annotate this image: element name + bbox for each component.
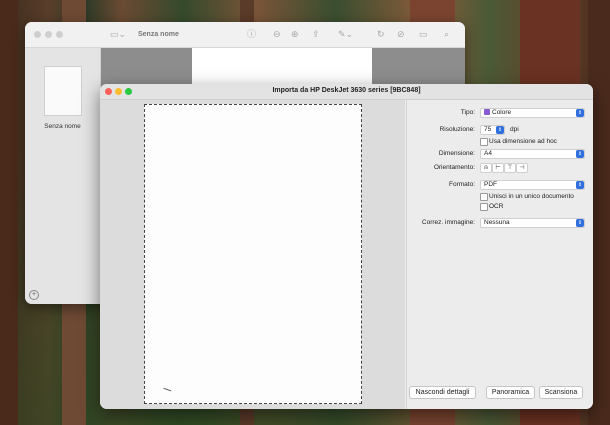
thumbnail-label: Senza nome [44, 123, 81, 130]
chevron-updown-icon: ⇕ [496, 126, 504, 134]
zoom-out-icon[interactable]: ⊖ [273, 28, 281, 40]
dimensione-value: A4 [484, 150, 492, 157]
dialog-title: Importa da HP DeskJet 3630 series [9BC84… [272, 87, 421, 94]
formato-label: Formato: [448, 181, 475, 188]
scan-settings-panel: Tipo: Colore ⇕ Risoluzione: 75 ⇕ dpi Usa… [406, 100, 593, 409]
scan-preview-area [100, 100, 405, 409]
merge-label: Unisci in un unico documento [489, 193, 574, 200]
dpi-unit: dpi [510, 126, 519, 133]
zoom-button[interactable] [56, 31, 63, 38]
thumbnail-sidebar: Senza nome + [25, 22, 101, 304]
add-icon[interactable]: + [29, 290, 39, 300]
scan-button[interactable]: Scansiona [539, 386, 583, 399]
portrait-icon[interactable]: ⍝ [480, 163, 492, 173]
annotate-icon[interactable]: ⊘ [397, 28, 405, 40]
rotate-down-icon[interactable]: ⊤ [504, 163, 516, 173]
overview-button[interactable]: Panoramica [486, 386, 535, 399]
search-icon[interactable]: ⌕ [444, 28, 449, 40]
orientation-controls: ⍝ ⊢ ⊤ ⊣ [480, 163, 540, 173]
risoluzione-value: 75 [484, 126, 492, 133]
tipo-label: Tipo: [460, 109, 475, 116]
formato-value: PDF [484, 181, 497, 188]
ocr-label: OCR [489, 203, 504, 210]
tipo-select[interactable]: Colore ⇕ [480, 108, 585, 118]
risoluzione-label: Risoluzione: [439, 126, 475, 133]
minimize-button[interactable] [45, 31, 52, 38]
correzione-value: Nessuna [484, 219, 510, 226]
preview-titlebar: ▭⌄ Senza nome ⓘ ⊖ ⊕ ⇪ ✎⌄ ↻ ⊘ ▭ ⌕ [25, 22, 465, 48]
formato-select[interactable]: PDF ⇕ [480, 180, 585, 190]
correzione-select[interactable]: Nessuna ⇕ [480, 218, 585, 228]
scan-preview-page[interactable] [144, 104, 362, 404]
rotate-right-icon[interactable]: ⊣ [516, 163, 528, 173]
zoom-in-icon[interactable]: ⊕ [291, 28, 299, 40]
custom-size-label: Usa dimensione ad hoc [489, 138, 557, 145]
tree-trunk [0, 0, 18, 425]
rotate-left-icon[interactable]: ⊢ [492, 163, 504, 173]
close-button[interactable] [34, 31, 41, 38]
sidebar-toggle-icon[interactable]: ▭⌄ [110, 28, 126, 40]
page-thumbnail[interactable] [44, 66, 82, 116]
rotate-icon[interactable]: ↻ [377, 28, 385, 40]
chevron-updown-icon: ⇕ [576, 150, 584, 158]
scan-mark [162, 387, 172, 394]
merge-checkbox[interactable] [480, 193, 488, 201]
tipo-value: Colore [492, 109, 512, 116]
hide-details-button[interactable]: Nascondi dettagli [409, 386, 476, 399]
dimensione-select[interactable]: A4 ⇕ [480, 149, 585, 159]
scan-dialog[interactable]: Importa da HP DeskJet 3630 series [9BC84… [100, 84, 593, 409]
orientamento-label: Orientamento: [433, 164, 475, 171]
document-title: Senza nome [138, 31, 179, 38]
dimensione-label: Dimensione: [438, 150, 475, 157]
share-icon[interactable]: ⇪ [312, 28, 320, 40]
markup-icon[interactable]: ✎⌄ [338, 28, 353, 40]
custom-size-checkbox[interactable] [480, 138, 488, 146]
color-mode-icon [484, 109, 490, 115]
form-icon[interactable]: ▭ [419, 28, 428, 40]
chevron-updown-icon: ⇕ [576, 181, 584, 189]
info-icon[interactable]: ⓘ [247, 28, 256, 40]
ocr-checkbox[interactable] [480, 203, 488, 211]
dialog-titlebar: Importa da HP DeskJet 3630 series [9BC84… [100, 84, 593, 100]
correzione-label: Correz. immagine: [421, 219, 475, 226]
chevron-updown-icon: ⇕ [576, 219, 584, 227]
risoluzione-select[interactable]: 75 ⇕ [480, 125, 505, 135]
chevron-updown-icon: ⇕ [576, 109, 584, 117]
